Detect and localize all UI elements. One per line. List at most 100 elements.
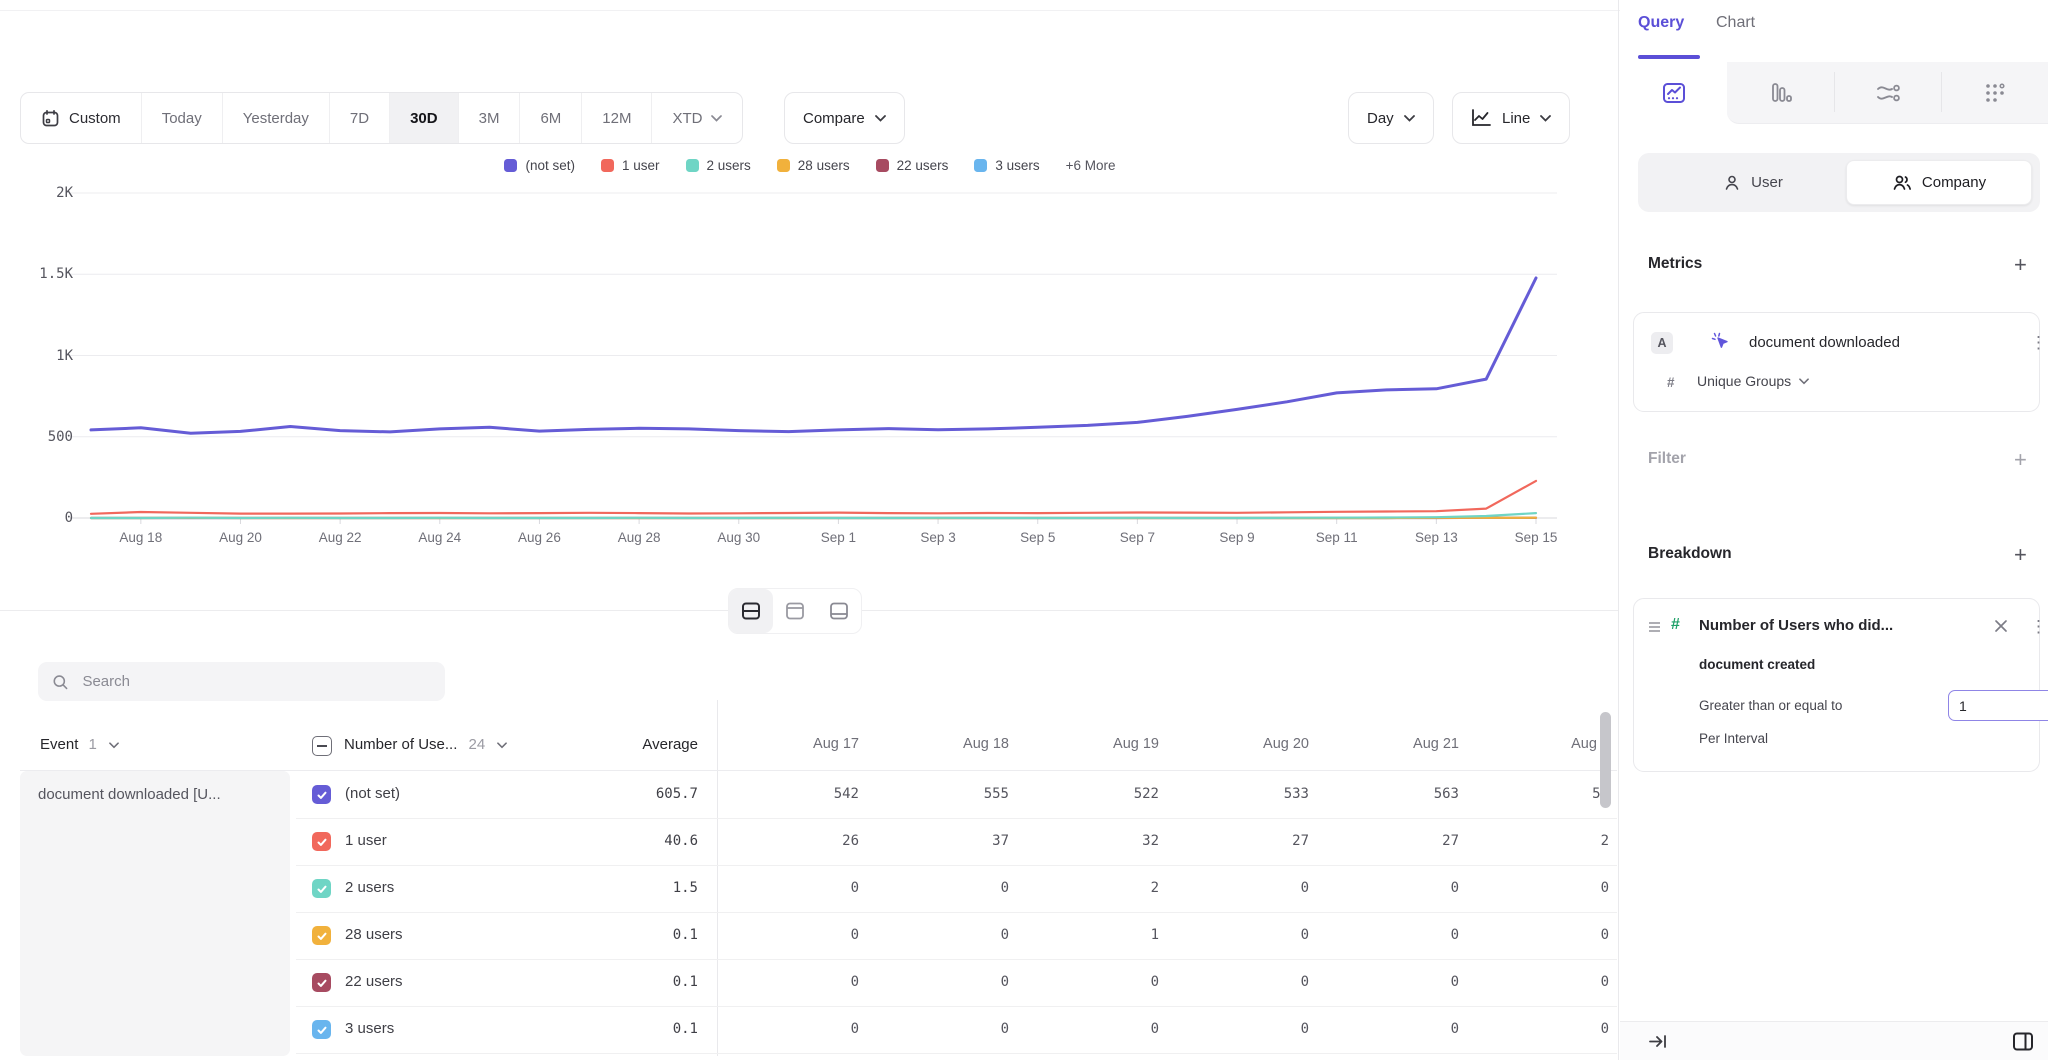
cell-value: 0: [867, 1021, 1009, 1037]
cell-value: 0: [867, 974, 1009, 990]
measure-selector[interactable]: Unique Groups: [1697, 373, 1809, 389]
more-chart-types-icon: [1982, 80, 2008, 106]
row-checkbox[interactable]: [312, 832, 331, 851]
x-axis-tick-label: Sep 3: [920, 530, 955, 545]
breakdown-title[interactable]: Number of Users who did...: [1699, 617, 1893, 634]
event-cell-panel[interactable]: [20, 771, 290, 1056]
series-label: 3 users: [345, 1020, 394, 1037]
toggle-sidebar-icon[interactable]: [2012, 1031, 2034, 1052]
vertical-scrollbar[interactable]: [1600, 712, 1611, 808]
average-value: 0.1: [546, 1021, 698, 1037]
layout-split-button[interactable]: [729, 589, 773, 633]
metric-event-name[interactable]: document downloaded: [1749, 334, 1900, 351]
breakdown-card[interactable]: # Number of Users who did... ⋮ document …: [1633, 598, 2040, 772]
analytics-app: CustomTodayYesterday7D30D3M6M12MXTD Comp…: [0, 0, 2048, 1060]
indeterminate-mark: [317, 745, 327, 747]
add-filter-button[interactable]: +: [2014, 450, 2027, 470]
cell-value: 0: [1317, 1021, 1459, 1037]
cell-value: 27: [1317, 833, 1459, 849]
drag-handle-icon[interactable]: [1648, 621, 1661, 633]
entity-user-label: User: [1751, 174, 1783, 191]
entity-user-option[interactable]: User: [1660, 160, 1846, 205]
tab-chart[interactable]: Chart: [1716, 14, 1755, 32]
row-checkbox[interactable]: [312, 926, 331, 945]
breakdown-event-name[interactable]: document created: [1699, 657, 1815, 672]
chart-type-funnel-button[interactable]: [1727, 62, 1834, 123]
check-icon: [316, 930, 328, 942]
add-breakdown-button[interactable]: +: [2014, 545, 2027, 565]
check-icon: [316, 883, 328, 895]
breakdown-kebab-menu[interactable]: ⋮: [2030, 617, 2047, 637]
x-axis-tick-label: Sep 15: [1515, 530, 1558, 545]
header-checkbox[interactable]: [312, 736, 332, 756]
average-column-header: Average: [548, 736, 698, 753]
check-icon: [316, 977, 328, 989]
cell-value: 0: [717, 974, 859, 990]
layout-toggle-group: [728, 588, 862, 634]
tab-query[interactable]: Query: [1638, 14, 1684, 32]
cell-value: 37: [867, 833, 1009, 849]
close-icon[interactable]: [1994, 619, 2008, 633]
metric-header-label: Number of Use...: [344, 736, 457, 753]
search-icon: [52, 673, 68, 691]
per-interval-label[interactable]: Per Interval: [1699, 731, 1768, 746]
condition-label[interactable]: Greater than or equal to: [1699, 698, 1842, 713]
entity-company-option[interactable]: Company: [1846, 160, 2032, 205]
table-row[interactable]: (not set) 605.754255552253356353: [296, 771, 1617, 819]
measure-symbol: #: [1667, 375, 1675, 390]
search-box: [38, 662, 445, 701]
date-column-header: Aug 20: [1167, 736, 1309, 752]
table-row[interactable]: 1 user 40.626373227272: [296, 818, 1617, 866]
cell-value: 0: [1467, 1021, 1609, 1037]
table-row[interactable]: 22 users 0.1000000: [296, 959, 1617, 1007]
breakdown-condition-row: Greater than or equal to Times: [1699, 698, 1842, 713]
cell-value: 0: [717, 880, 859, 896]
bar-chart-icon: [1768, 80, 1794, 106]
series-label: 2 users: [345, 879, 394, 896]
chart-type-more-button[interactable]: [1941, 62, 2048, 123]
metric-kebab-menu[interactable]: ⋮: [2030, 333, 2047, 353]
user-icon: [1723, 174, 1741, 192]
series-label: (not set): [345, 785, 400, 802]
line-chart[interactable]: [0, 0, 1620, 560]
row-checkbox[interactable]: [312, 879, 331, 898]
row-checkbox[interactable]: [312, 1020, 331, 1039]
x-axis-tick-label: Sep 7: [1120, 530, 1155, 545]
x-axis-tick-label: Sep 13: [1415, 530, 1458, 545]
table-row[interactable]: 2 users 1.5002000: [296, 865, 1617, 913]
metric-card[interactable]: A document downloaded ⋮ # Unique Groups: [1633, 312, 2040, 412]
cell-value: 53: [1467, 786, 1609, 802]
average-value: 1.5: [546, 880, 698, 896]
active-tab-underline: [1638, 55, 1700, 59]
cell-value: 533: [1167, 786, 1309, 802]
check-icon: [316, 789, 328, 801]
chart-type-flow-button[interactable]: [1834, 62, 1941, 123]
row-checkbox[interactable]: [312, 973, 331, 992]
x-axis-tick-label: Aug 26: [518, 530, 561, 545]
table-row[interactable]: 3 users 0.1000000: [296, 1006, 1617, 1054]
average-value: 40.6: [546, 833, 698, 849]
x-axis-tick-label: Sep 5: [1020, 530, 1055, 545]
x-axis-tick-label: Aug 30: [717, 530, 760, 545]
add-metric-button[interactable]: +: [2014, 255, 2027, 275]
cell-value: 2: [1467, 833, 1609, 849]
average-value: 605.7: [546, 786, 698, 802]
date-column-header: Aug 2: [1467, 736, 1609, 752]
table-row[interactable]: 28 users 0.1001000: [296, 912, 1617, 960]
chevron-down-icon: [1799, 378, 1809, 385]
cell-value: 0: [1317, 927, 1459, 943]
times-value-input[interactable]: [1948, 690, 2048, 721]
row-checkbox[interactable]: [312, 785, 331, 804]
event-column-header[interactable]: Event 1: [40, 736, 119, 753]
entity-toggle: User Company: [1638, 153, 2040, 212]
search-input[interactable]: [80, 672, 431, 691]
y-axis-tick-label: 1.5K: [18, 266, 73, 282]
layout-table-button[interactable]: [817, 589, 861, 633]
layout-chart-button[interactable]: [773, 589, 817, 633]
chart-type-segmentation-button[interactable]: [1620, 62, 1727, 123]
collapse-panel-icon[interactable]: [1648, 1033, 1668, 1050]
cell-value: 0: [1317, 880, 1459, 896]
cell-value: 0: [1467, 927, 1609, 943]
chevron-down-icon: [497, 742, 507, 749]
metric-column-header[interactable]: Number of Use... 24: [344, 736, 507, 753]
